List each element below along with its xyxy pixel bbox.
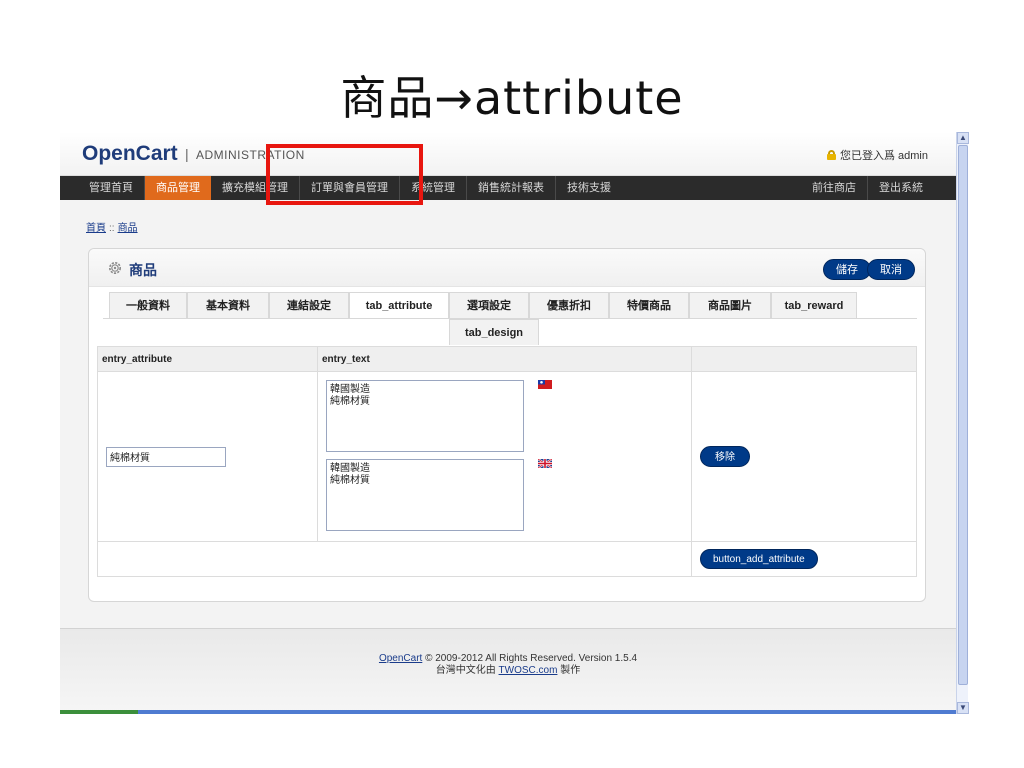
footer-credit: 台灣中文化由 TWOSC.com 製作 — [60, 665, 956, 677]
footer-credit-suffix: 製作 — [557, 665, 581, 676]
logo-subtitle: ADMINISTRATION — [196, 148, 305, 162]
table-row: 韓國製造 純棉材質 韓國製造 純棉材質 — [97, 371, 917, 542]
cancel-button[interactable]: 取消 — [867, 259, 915, 280]
page-footer: OpenCart © 2009-2012 All Rights Reserved… — [60, 628, 956, 714]
login-text: 您已登入爲 admin — [839, 150, 928, 162]
tab-general[interactable]: 一般資料 — [109, 292, 187, 318]
text-cell: 韓國製造 純棉材質 韓國製造 純棉材質 — [317, 371, 692, 542]
remove-button[interactable]: 移除 — [700, 446, 750, 467]
scroll-thumb[interactable] — [958, 145, 968, 685]
nav-item-reports[interactable]: 銷售統計報表 — [467, 176, 556, 200]
uk-flag-icon — [538, 459, 552, 468]
add-attribute-button[interactable]: button_add_attribute — [700, 549, 818, 569]
text-block-chinese: 韓國製造 純棉材質 — [326, 380, 552, 455]
scroll-up-icon[interactable]: ▲ — [957, 132, 969, 144]
logo-separator: | — [185, 146, 189, 162]
admin-header: OpenCart | ADMINISTRATION 您已登入爲 admin — [60, 132, 956, 176]
footer-copyright-text: © 2009-2012 All Rights Reserved. Version… — [422, 653, 638, 664]
nav-item-system[interactable]: 系統管理 — [400, 176, 467, 200]
main-nav: 管理首頁 商品管理 擴充模組管理 訂單與會員管理 系統管理 銷售統計報表 技術支… — [60, 176, 956, 200]
nav-item-sales[interactable]: 訂單與會員管理 — [300, 176, 400, 200]
empty-cell — [97, 541, 692, 577]
footer-copyright: OpenCart © 2009-2012 All Rights Reserved… — [60, 653, 956, 665]
tab-reward[interactable]: tab_reward — [771, 292, 857, 318]
login-status: 您已登入爲 admin — [826, 147, 928, 163]
product-form-box: 商品 儲存 取消 一般資料 基本資料 連結設定 tab_attribute 選項… — [88, 248, 926, 602]
column-header-text: entry_text — [317, 346, 692, 372]
breadcrumb-separator: :: — [109, 223, 115, 234]
add-cell: button_add_attribute — [691, 541, 917, 577]
opencart-logo[interactable]: OpenCart — [82, 142, 178, 166]
taskbar-strip — [60, 710, 956, 714]
save-button[interactable]: 儲存 — [823, 259, 871, 280]
attribute-text-english[interactable]: 韓國製造 純棉材質 — [326, 459, 524, 531]
taiwan-flag-icon — [538, 380, 552, 389]
tab-bar: 一般資料 基本資料 連結設定 tab_attribute 選項設定 優惠折扣 特… — [103, 292, 917, 348]
page-title: 商品 — [129, 262, 157, 278]
nav-item-help[interactable]: 技術支援 — [556, 176, 622, 200]
tab-links[interactable]: 連結設定 — [269, 292, 349, 318]
footer-opencart-link[interactable]: OpenCart — [379, 653, 422, 664]
scroll-down-icon[interactable]: ▼ — [957, 702, 969, 714]
tab-design[interactable]: tab_design — [449, 319, 539, 345]
vertical-scrollbar[interactable]: ▲ ▼ — [956, 132, 969, 714]
tab-data[interactable]: 基本資料 — [187, 292, 269, 318]
tab-discount[interactable]: 優惠折扣 — [529, 292, 609, 318]
attribute-table: entry_attribute entry_text 韓國製造 純棉材質 — [97, 346, 917, 577]
nav-item-extensions[interactable]: 擴充模組管理 — [211, 176, 300, 200]
box-heading: 商品 儲存 取消 — [89, 249, 925, 287]
browser-viewport: OpenCart | ADMINISTRATION 您已登入爲 admin 管理… — [60, 132, 956, 714]
nav-item-catalog[interactable]: 商品管理 — [145, 176, 211, 200]
nav-item-dashboard[interactable]: 管理首頁 — [78, 176, 145, 200]
nav-item-logout[interactable]: 登出系統 — [868, 176, 934, 200]
text-block-english: 韓國製造 純棉材質 — [326, 459, 552, 534]
tab-image[interactable]: 商品圖片 — [689, 292, 771, 318]
tab-special[interactable]: 特價商品 — [609, 292, 689, 318]
table-footer-row: button_add_attribute — [97, 541, 917, 577]
slide-title: 商品→attribute — [340, 71, 684, 125]
attribute-cell — [97, 371, 318, 542]
attribute-text-chinese[interactable]: 韓國製造 純棉材質 — [326, 380, 524, 452]
tab-attribute[interactable]: tab_attribute — [349, 292, 449, 318]
gear-icon — [109, 262, 121, 274]
breadcrumb-products[interactable]: 商品 — [118, 223, 138, 234]
column-header-attribute: entry_attribute — [97, 346, 318, 372]
footer-credit-prefix: 台灣中文化由 — [435, 665, 499, 676]
nav-item-store-front[interactable]: 前往商店 — [801, 176, 868, 200]
footer-twosc-link[interactable]: TWOSC.com — [499, 665, 558, 676]
action-cell: 移除 — [691, 371, 917, 542]
column-header-action — [691, 346, 917, 372]
attribute-name-input[interactable] — [106, 446, 226, 467]
breadcrumb: 首頁:: 商品 — [86, 219, 138, 234]
breadcrumb-home[interactable]: 首頁 — [86, 223, 106, 234]
tab-option[interactable]: 選項設定 — [449, 292, 529, 318]
lock-icon — [826, 150, 836, 160]
